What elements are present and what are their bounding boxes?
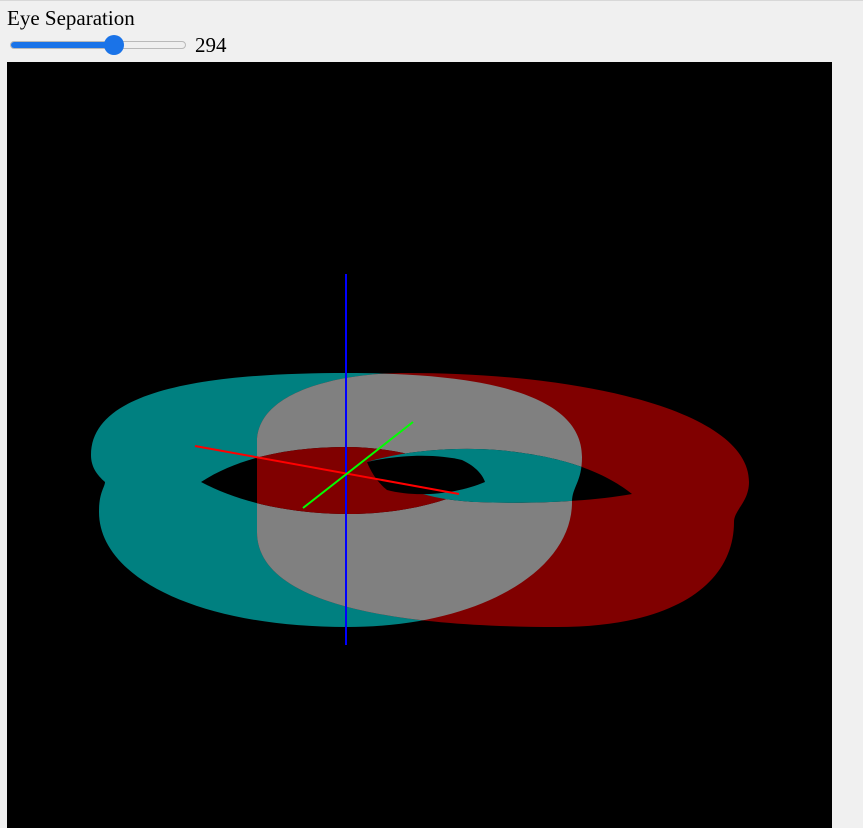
eye-separation-label: Eye Separation <box>7 6 135 30</box>
slider-thumb[interactable] <box>103 35 124 55</box>
window-top-border <box>0 0 863 1</box>
slider-fill <box>11 42 115 48</box>
eye-separation-slider-row: 294 <box>7 30 307 60</box>
eye-separation-value: 294 <box>195 33 227 57</box>
stereo-render-canvas[interactable] <box>7 62 832 828</box>
controls-panel: Eye Separation 294 <box>7 6 307 60</box>
anaglyph-scene <box>91 274 749 645</box>
eye-separation-slider[interactable] <box>10 41 186 49</box>
